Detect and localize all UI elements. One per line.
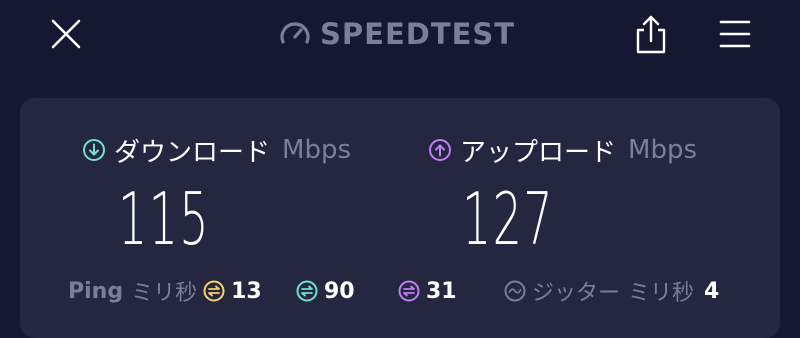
jitter-stat: ジッター ミリ秒 4	[498, 274, 719, 308]
ping-idle-value: 13	[231, 278, 262, 304]
upload-icon	[429, 139, 451, 161]
jitter-value: 4	[704, 278, 720, 304]
latency-stats: Ping ミリ秒 13 90 31 ジッター ミリ秒 4	[20, 274, 780, 308]
brand-name: SPEEDTEST	[320, 17, 516, 51]
ping-unit: ミリ秒	[131, 281, 198, 306]
download-icon	[83, 139, 105, 161]
ping-download-icon	[296, 280, 318, 302]
ping-download-stat: 90	[290, 274, 355, 308]
download-label: ダウンロード	[114, 137, 271, 168]
ping-idle-icon	[203, 280, 225, 302]
results-card: ダウンロード Mbps 115 アップロード Mbps 127 Ping ミリ秒…	[20, 98, 780, 338]
gauge-icon	[280, 22, 310, 44]
ping-upload-value: 31	[426, 278, 457, 304]
close-button[interactable]	[46, 14, 86, 54]
ping-label: Ping	[68, 278, 124, 304]
brand-logo: SPEEDTEST	[278, 14, 515, 54]
download-unit: Mbps	[282, 135, 352, 165]
jitter-icon	[504, 280, 526, 302]
upload-label: アップロード	[460, 137, 617, 168]
upload-header: アップロード Mbps	[428, 130, 697, 170]
upload-unit: Mbps	[628, 135, 698, 165]
download-header: ダウンロード Mbps	[82, 130, 351, 170]
ping-upload-icon	[398, 280, 420, 302]
close-icon	[51, 19, 81, 49]
download-value: 115	[118, 177, 210, 261]
menu-button[interactable]	[716, 14, 754, 54]
share-button[interactable]	[632, 12, 670, 56]
jitter-label: ジッター	[532, 281, 621, 306]
ping-idle-stat: Ping ミリ秒 13	[68, 274, 262, 308]
ping-download-value: 90	[324, 278, 355, 304]
jitter-unit: ミリ秒	[628, 281, 695, 306]
top-bar: SPEEDTEST	[0, 0, 800, 80]
share-icon	[636, 15, 666, 54]
menu-icon	[719, 20, 751, 48]
upload-value: 127	[462, 177, 554, 261]
ping-upload-stat: 31	[392, 274, 457, 308]
